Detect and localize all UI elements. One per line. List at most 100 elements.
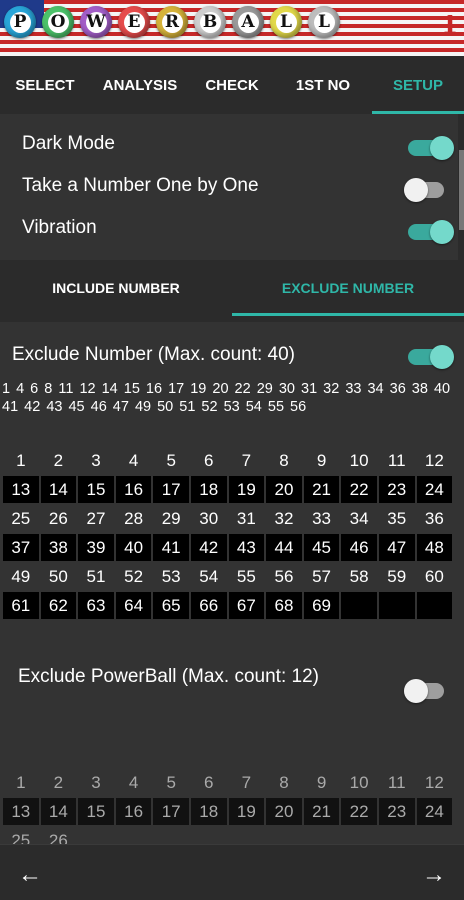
number-cell[interactable]: 1 <box>2 768 40 797</box>
number-cell[interactable]: 26 <box>39 504 78 533</box>
number-cell[interactable]: 35 <box>377 504 416 533</box>
number-cell[interactable]: 23 <box>377 797 416 826</box>
number-cell[interactable]: 11 <box>377 446 416 475</box>
number-cell[interactable]: 25 <box>2 826 40 844</box>
number-cell[interactable]: 55 <box>227 562 266 591</box>
number-cell[interactable]: 3 <box>77 446 115 475</box>
tab-exclude-number[interactable]: EXCLUDE NUMBER <box>232 260 464 316</box>
number-cell[interactable]: 40 <box>114 533 153 562</box>
number-cell[interactable]: 48 <box>415 533 454 562</box>
number-cell[interactable]: 13 <box>2 797 40 826</box>
exclude-powerball-toggle[interactable] <box>404 678 452 703</box>
number-cell[interactable]: 4 <box>114 768 153 797</box>
tab-include-number[interactable]: INCLUDE NUMBER <box>0 260 232 316</box>
tab-setup[interactable]: SETUP <box>372 56 464 114</box>
number-cell[interactable]: 32 <box>265 504 303 533</box>
number-cell[interactable]: 20 <box>265 797 303 826</box>
number-cell[interactable]: 46 <box>340 533 378 562</box>
number-cell[interactable]: 24 <box>415 797 454 826</box>
number-cell[interactable]: 54 <box>189 562 228 591</box>
number-cell[interactable]: 21 <box>302 475 341 504</box>
number-cell[interactable]: 2 <box>39 768 78 797</box>
number-cell[interactable]: 17 <box>152 797 190 826</box>
number-cell[interactable]: 10 <box>340 768 378 797</box>
number-cell[interactable]: 58 <box>340 562 378 591</box>
number-cell[interactable]: 3 <box>77 768 115 797</box>
number-cell[interactable]: 36 <box>415 504 454 533</box>
number-cell[interactable]: 4 <box>114 446 153 475</box>
number-cell[interactable]: 8 <box>265 446 303 475</box>
number-cell[interactable]: 69 <box>302 591 341 620</box>
number-cell[interactable]: 14 <box>39 475 78 504</box>
number-cell[interactable]: 65 <box>152 591 190 620</box>
number-cell[interactable]: 22 <box>340 475 378 504</box>
number-cell[interactable]: 38 <box>39 533 78 562</box>
number-cell[interactable]: 10 <box>340 446 378 475</box>
number-cell[interactable]: 2 <box>39 446 78 475</box>
number-cell[interactable]: 27 <box>77 504 115 533</box>
number-cell[interactable]: 15 <box>77 475 115 504</box>
tab-analysis[interactable]: ANALYSIS <box>90 56 190 114</box>
number-cell[interactable]: 20 <box>265 475 303 504</box>
number-cell[interactable]: 43 <box>227 533 266 562</box>
number-cell[interactable]: 13 <box>2 475 40 504</box>
number-cell[interactable]: 12 <box>415 446 454 475</box>
number-cell[interactable]: 5 <box>152 768 190 797</box>
number-cell[interactable]: 18 <box>189 475 228 504</box>
number-cell[interactable]: 19 <box>227 475 266 504</box>
dark-mode-toggle[interactable] <box>408 135 456 160</box>
exclude-number-toggle[interactable] <box>408 344 456 369</box>
number-cell[interactable]: 44 <box>265 533 303 562</box>
number-cell[interactable]: 18 <box>189 797 228 826</box>
number-cell[interactable]: 26 <box>39 826 78 844</box>
number-cell[interactable]: 30 <box>189 504 228 533</box>
number-cell[interactable]: 39 <box>77 533 115 562</box>
number-cell[interactable]: 1 <box>2 446 40 475</box>
number-cell[interactable]: 16 <box>114 475 153 504</box>
number-cell[interactable]: 61 <box>2 591 40 620</box>
number-cell[interactable]: 15 <box>77 797 115 826</box>
number-cell[interactable]: 34 <box>340 504 378 533</box>
number-cell[interactable]: 56 <box>265 562 303 591</box>
number-cell[interactable]: 49 <box>2 562 40 591</box>
number-cell[interactable]: 6 <box>189 768 228 797</box>
number-cell[interactable]: 23 <box>377 475 416 504</box>
number-cell[interactable]: 67 <box>227 591 266 620</box>
back-arrow-icon[interactable]: ← <box>18 861 42 889</box>
number-cell[interactable]: 6 <box>189 446 228 475</box>
number-cell[interactable]: 17 <box>152 475 190 504</box>
number-cell[interactable]: 60 <box>415 562 454 591</box>
scrollbar[interactable] <box>459 150 464 230</box>
number-cell[interactable]: 66 <box>189 591 228 620</box>
number-cell[interactable]: 7 <box>227 446 266 475</box>
number-cell[interactable]: 28 <box>114 504 153 533</box>
number-cell[interactable]: 14 <box>39 797 78 826</box>
number-cell[interactable]: 8 <box>265 768 303 797</box>
number-cell[interactable]: 11 <box>377 768 416 797</box>
number-cell[interactable]: 31 <box>227 504 266 533</box>
number-cell[interactable]: 68 <box>265 591 303 620</box>
number-cell[interactable]: 51 <box>77 562 115 591</box>
number-cell[interactable]: 22 <box>340 797 378 826</box>
number-cell[interactable]: 37 <box>2 533 40 562</box>
number-cell[interactable]: 47 <box>377 533 416 562</box>
tab-check[interactable]: CHECK <box>190 56 274 114</box>
number-cell[interactable]: 12 <box>415 768 454 797</box>
number-cell[interactable]: 64 <box>114 591 153 620</box>
forward-arrow-icon[interactable]: → <box>422 861 446 889</box>
number-cell[interactable]: 45 <box>302 533 341 562</box>
number-cell[interactable]: 53 <box>152 562 190 591</box>
number-cell[interactable]: 24 <box>415 475 454 504</box>
number-cell[interactable]: 19 <box>227 797 266 826</box>
number-cell[interactable]: 9 <box>302 446 341 475</box>
number-cell[interactable]: 42 <box>189 533 228 562</box>
number-cell[interactable]: 57 <box>302 562 341 591</box>
tab-1st-no[interactable]: 1ST NO <box>274 56 372 114</box>
number-cell[interactable]: 50 <box>39 562 78 591</box>
tab-select[interactable]: SELECT <box>0 56 90 114</box>
vibration-toggle[interactable] <box>408 219 456 244</box>
number-cell[interactable]: 33 <box>302 504 341 533</box>
number-cell[interactable]: 41 <box>152 533 190 562</box>
number-cell[interactable]: 62 <box>39 591 78 620</box>
number-cell[interactable]: 21 <box>302 797 341 826</box>
